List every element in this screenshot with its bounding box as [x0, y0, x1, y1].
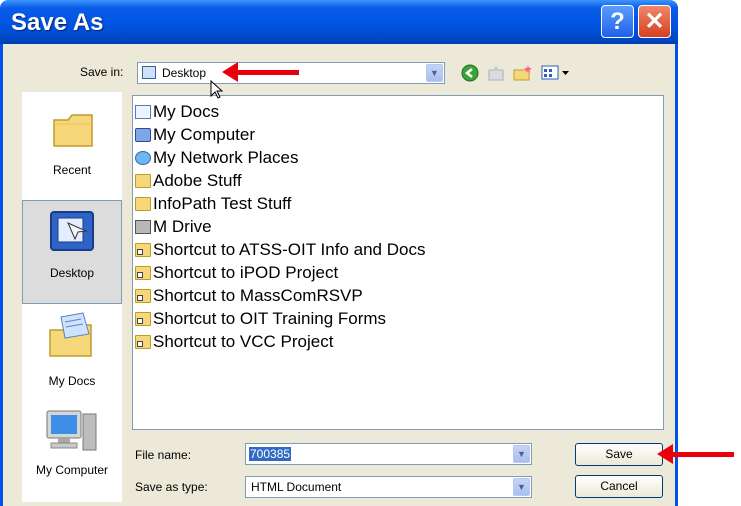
folder-shortcut-icon — [135, 265, 151, 280]
folder-shortcut-icon — [135, 311, 151, 326]
arrow-head — [222, 62, 238, 82]
network-drive-icon — [135, 219, 151, 234]
list-item[interactable]: My Docs — [135, 100, 219, 123]
up-folder-icon[interactable] — [487, 64, 505, 82]
save-as-type-label: Save as type: — [135, 480, 208, 494]
title-bar[interactable]: Save As ? ✕ — [0, 0, 678, 44]
list-item-label: M Drive — [153, 216, 212, 236]
dialog-title: Save As — [11, 9, 104, 36]
save-in-label: Save in: — [80, 65, 124, 79]
places-bar: Recent Desktop My Docs My Computer — [22, 92, 122, 502]
chevron-down-icon[interactable]: ▼ — [513, 445, 530, 463]
list-item[interactable]: Shortcut to ATSS-OIT Info and Docs — [135, 238, 425, 261]
place-my-computer[interactable]: My Computer — [22, 408, 122, 498]
list-item[interactable]: M Drive — [135, 215, 212, 238]
list-item-label: My Network Places — [153, 147, 299, 167]
file-name-label: File name: — [135, 448, 192, 462]
place-label-my-computer: My Computer — [35, 463, 109, 477]
file-name-input[interactable]: 700385 ▼ — [245, 443, 532, 465]
list-item[interactable]: InfoPath Test Stuff — [135, 192, 291, 215]
arrow-head — [657, 444, 673, 464]
folder-icon — [135, 173, 151, 188]
file-name-value: 700385 — [249, 447, 292, 461]
place-label-recent: Recent — [52, 163, 92, 177]
list-item-label: Shortcut to iPOD Project — [153, 262, 339, 282]
save-as-type-value: HTML Document — [251, 480, 342, 494]
place-label-desktop: Desktop — [49, 266, 95, 280]
list-item[interactable]: Shortcut to VCC Project — [135, 330, 333, 353]
folder-shortcut-icon — [135, 288, 151, 303]
chevron-down-icon[interactable]: ▼ — [513, 478, 530, 496]
list-item[interactable]: Shortcut to iPOD Project — [135, 261, 338, 284]
computer-icon — [135, 127, 151, 142]
list-item-label: Adobe Stuff — [153, 170, 242, 190]
arrow-shaft — [672, 452, 734, 457]
desktop-icon — [50, 211, 94, 251]
list-item-label: Shortcut to ATSS-OIT Info and Docs — [153, 239, 426, 259]
my-docs-folder-icon — [49, 312, 92, 357]
place-my-docs[interactable]: My Docs — [22, 304, 122, 404]
place-desktop[interactable]: Desktop — [22, 200, 122, 304]
arrow-shaft — [235, 70, 299, 75]
list-item[interactable]: Shortcut to OIT Training Forms — [135, 307, 386, 330]
folder-shortcut-icon — [135, 334, 151, 349]
list-item-label: InfoPath Test Stuff — [153, 193, 292, 213]
documents-icon — [135, 104, 151, 119]
desktop-icon — [142, 66, 156, 79]
list-item-label: My Computer — [153, 124, 256, 144]
save-button[interactable]: Save — [575, 443, 663, 466]
my-computer-icon — [46, 410, 97, 451]
folder-shortcut-icon — [135, 242, 151, 257]
list-item-label: My Docs — [153, 101, 220, 121]
list-item-label: Shortcut to VCC Project — [153, 331, 334, 351]
help-button[interactable]: ? — [601, 5, 634, 38]
views-menu-icon[interactable] — [541, 64, 571, 82]
place-label-my-docs: My Docs — [48, 374, 96, 388]
list-item[interactable]: Adobe Stuff — [135, 169, 242, 192]
back-icon[interactable] — [461, 64, 479, 82]
new-folder-icon[interactable] — [513, 64, 533, 82]
recent-folder-icon — [53, 114, 93, 147]
list-item[interactable]: Shortcut to MassComRSVP — [135, 284, 363, 307]
folder-icon — [135, 196, 151, 211]
save-as-type-dropdown[interactable]: HTML Document ▼ — [245, 476, 532, 498]
list-item[interactable]: My Network Places — [135, 146, 298, 169]
place-recent[interactable]: Recent — [22, 92, 122, 192]
close-button[interactable]: ✕ — [638, 5, 671, 38]
list-item[interactable]: My Computer — [135, 123, 255, 146]
chevron-down-icon[interactable]: ▼ — [426, 64, 443, 82]
mouse-cursor-icon — [210, 80, 224, 99]
network-icon — [135, 150, 151, 165]
cancel-button[interactable]: Cancel — [575, 475, 663, 498]
save-in-value: Desktop — [162, 66, 207, 80]
list-item-label: Shortcut to OIT Training Forms — [153, 308, 387, 328]
list-item-label: Shortcut to MassComRSVP — [153, 285, 363, 305]
file-list[interactable]: My Docs My Computer My Network Places Ad… — [132, 95, 664, 430]
